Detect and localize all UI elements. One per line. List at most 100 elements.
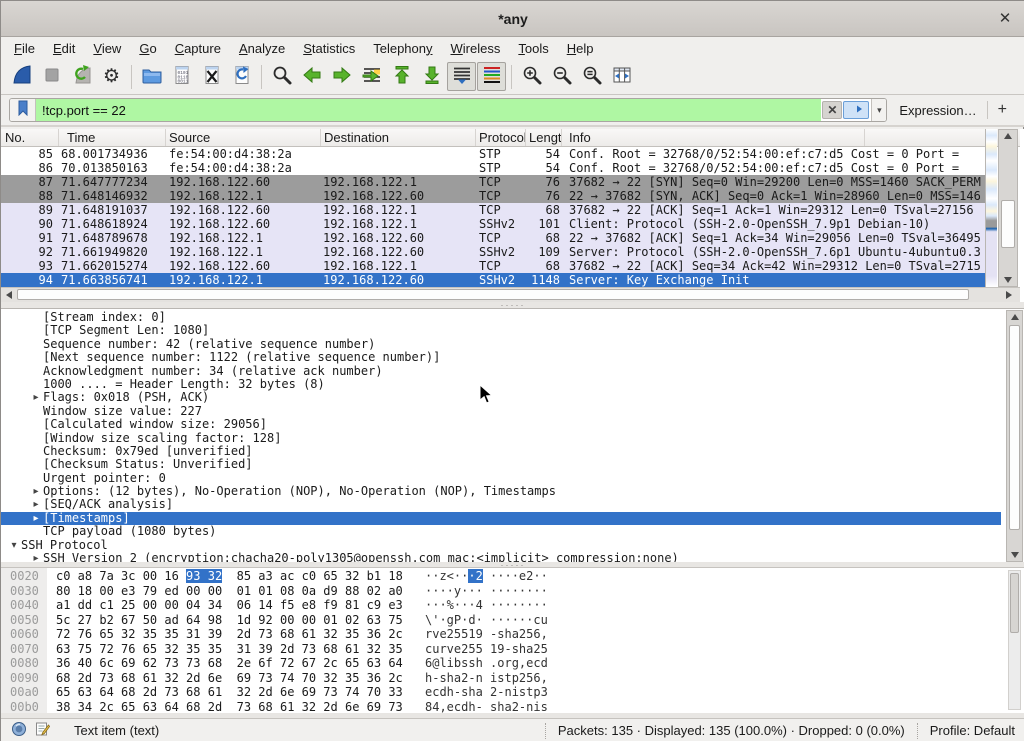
- hex-row[interactable]: 00505c 27 b2 67 50 ad 64 98 1d 92 00 00 …: [1, 613, 548, 628]
- hex-ascii[interactable]: ····y··· ········: [425, 584, 548, 599]
- detail-line[interactable]: Checksum: 0x79ed [unverified]: [1, 445, 1001, 458]
- expand-arrow-icon[interactable]: ▸: [29, 485, 43, 498]
- packet-row-87[interactable]: 8771.647777234192.168.122.60192.168.122.…: [1, 175, 985, 189]
- scroll-up-arrow[interactable]: [1007, 311, 1022, 323]
- detail-line[interactable]: [Window size scaling factor: 128]: [1, 432, 1001, 445]
- hex-ascii[interactable]: rve25519 -sha256,: [425, 627, 548, 642]
- column-header-source[interactable]: Source: [166, 129, 321, 146]
- go-forward-button[interactable]: [327, 62, 356, 91]
- hex-ascii[interactable]: 84,ecdh- sha2-nis: [425, 700, 548, 714]
- save-file-button[interactable]: 010101100011: [167, 62, 196, 91]
- hex-byte-run[interactable]: 5c 27 b2 67 50 ad 64 98 1d 92 00 00 01 0…: [56, 613, 403, 627]
- scrollbar-thumb[interactable]: [1001, 200, 1015, 248]
- stop-capture-button[interactable]: [37, 62, 66, 91]
- packet-row-90[interactable]: 9071.648618924192.168.122.60192.168.122.…: [1, 217, 985, 231]
- display-filter-input[interactable]: [36, 99, 821, 121]
- menu-telephony[interactable]: Telephony: [364, 39, 441, 58]
- menu-capture[interactable]: Capture: [166, 39, 230, 58]
- expand-arrow-icon[interactable]: ▸: [29, 552, 43, 562]
- ascii-run[interactable]: ··z<··: [425, 569, 468, 583]
- packet-row-93[interactable]: 9371.662015274192.168.122.60192.168.122.…: [1, 259, 985, 273]
- scroll-right-arrow[interactable]: [1003, 289, 1015, 301]
- go-to-packet-button[interactable]: [357, 62, 386, 91]
- zoom-in-button[interactable]: [517, 62, 546, 91]
- detail-line[interactable]: Urgent pointer: 0: [1, 472, 1001, 485]
- detail-line[interactable]: ▸Flags: 0x018 (PSH, ACK): [1, 391, 1001, 404]
- hex-bytes[interactable]: 63 75 72 76 65 32 35 35 31 39 2d 73 68 6…: [47, 642, 425, 657]
- add-filter-button[interactable]: +: [988, 101, 1017, 119]
- hex-byte-run[interactable]: 63 75 72 76 65 32 35 35 31 39 2d 73 68 6…: [56, 642, 403, 656]
- expand-arrow-icon[interactable]: ▸: [29, 391, 43, 404]
- menu-tools[interactable]: Tools: [509, 39, 557, 58]
- status-profile[interactable]: Profile: Default: [930, 723, 1015, 738]
- hex-byte-run[interactable]: c0 a8 7a 3c 00 16: [56, 569, 186, 583]
- packet-list-minimap[interactable]: [985, 129, 997, 287]
- detail-line[interactable]: 1000 .... = Header Length: 32 bytes (8): [1, 378, 1001, 391]
- menu-file[interactable]: File: [5, 39, 44, 58]
- expression-button[interactable]: Expression…: [899, 103, 976, 118]
- detail-line[interactable]: ▸Options: (12 bytes), No-Operation (NOP)…: [1, 485, 1001, 498]
- hex-byte-run[interactable]: a1 dd c1 25 00 00 04 34 06 14 f5 e8 f9 8…: [56, 598, 403, 612]
- detail-line[interactable]: Sequence number: 42 (relative sequence n…: [1, 338, 1001, 351]
- hex-row[interactable]: 007063 75 72 76 65 32 35 35 31 39 2d 73 …: [1, 642, 548, 657]
- hex-ascii[interactable]: ···%···4 ········: [425, 598, 548, 613]
- bytes-vertical-scrollbar[interactable]: [1008, 570, 1021, 710]
- hex-bytes[interactable]: 38 34 2c 65 63 64 68 2d 73 68 61 32 2d 6…: [47, 700, 425, 714]
- detail-line[interactable]: Acknowledgment number: 34 (relative ack …: [1, 365, 1001, 378]
- zoom-reset-button[interactable]: [577, 62, 606, 91]
- ascii-run[interactable]: ····e2··: [483, 569, 548, 583]
- column-header-no[interactable]: No.: [1, 129, 59, 146]
- hex-byte-run[interactable]: 68 2d 73 68 61 32 2d 6e 69 73 74 70 32 3…: [56, 671, 403, 685]
- capture-comment-icon[interactable]: [35, 721, 50, 740]
- detail-line[interactable]: [TCP Segment Len: 1080]: [1, 324, 1001, 337]
- ascii-run[interactable]: h-sha2-n istp256,: [425, 671, 548, 685]
- menu-go[interactable]: Go: [130, 39, 165, 58]
- ascii-run[interactable]: ···%···4 ········: [425, 598, 548, 612]
- column-header-length[interactable]: Length: [526, 129, 562, 146]
- hex-bytes[interactable]: 65 63 64 68 2d 73 68 61 32 2d 6e 69 73 7…: [47, 685, 425, 700]
- hex-selected-bytes[interactable]: 93 32: [186, 569, 222, 583]
- ascii-run[interactable]: curve255 19-sha25: [425, 642, 548, 656]
- clear-filter-button[interactable]: ✕: [822, 101, 842, 119]
- go-back-button[interactable]: [297, 62, 326, 91]
- menu-statistics[interactable]: Statistics: [294, 39, 364, 58]
- capture-options-button[interactable]: ⚙: [97, 62, 126, 91]
- ascii-run[interactable]: \'·gP·d· ······cu: [425, 613, 548, 627]
- hex-byte-run[interactable]: 65 63 64 68 2d 73 68 61 32 2d 6e 69 73 7…: [56, 685, 403, 699]
- reload-file-button[interactable]: [227, 62, 256, 91]
- go-to-top-button[interactable]: [387, 62, 416, 91]
- expand-arrow-icon[interactable]: ▸: [29, 512, 43, 525]
- resize-columns-button[interactable]: [607, 62, 636, 91]
- hex-bytes[interactable]: c0 a8 7a 3c 00 16 93 32 85 a3 ac c0 65 3…: [47, 569, 425, 584]
- expand-arrow-icon[interactable]: ▸: [29, 498, 43, 511]
- scroll-up-arrow[interactable]: [999, 130, 1017, 142]
- hex-byte-run[interactable]: 38 34 2c 65 63 64 68 2d 73 68 61 32 2d 6…: [56, 700, 403, 714]
- hex-row[interactable]: 00a065 63 64 68 2d 73 68 61 32 2d 6e 69 …: [1, 685, 548, 700]
- column-header-time[interactable]: Time: [59, 129, 166, 146]
- ascii-run[interactable]: ····y··· ········: [425, 584, 548, 598]
- close-window-button[interactable]: ✕: [995, 9, 1015, 29]
- menu-analyze[interactable]: Analyze: [230, 39, 294, 58]
- hex-row[interactable]: 003080 18 00 e3 79 ed 00 00 01 01 08 0a …: [1, 584, 548, 599]
- restart-capture-button[interactable]: [67, 62, 96, 91]
- filter-history-dropdown[interactable]: ▾: [871, 99, 886, 121]
- hex-bytes[interactable]: 80 18 00 e3 79 ed 00 00 01 01 08 0a d9 8…: [47, 584, 425, 599]
- zoom-out-button[interactable]: [547, 62, 576, 91]
- colorize-button[interactable]: [477, 62, 506, 91]
- column-header-info[interactable]: Info: [562, 129, 865, 146]
- packet-row-85[interactable]: 8568.001734936fe:54:00:d4:38:2aSTP54Conf…: [1, 147, 985, 161]
- scrollbar-thumb[interactable]: [17, 289, 969, 300]
- ascii-selected[interactable]: ·2: [468, 569, 482, 583]
- packet-row-91[interactable]: 9171.648789678192.168.122.1192.168.122.6…: [1, 231, 985, 245]
- detail-line[interactable]: ▸[SEQ/ACK analysis]: [1, 498, 1001, 511]
- hex-ascii[interactable]: \'·gP·d· ······cu: [425, 613, 548, 628]
- auto-scroll-button[interactable]: [447, 62, 476, 91]
- hex-ascii[interactable]: ecdh-sha 2-nistp3: [425, 685, 548, 700]
- ascii-run[interactable]: ecdh-sha 2-nistp3: [425, 685, 548, 699]
- packet-row-94[interactable]: 9471.663856741192.168.122.1192.168.122.6…: [1, 273, 985, 287]
- go-to-bottom-button[interactable]: [417, 62, 446, 91]
- detail-line[interactable]: ▾SSH Protocol: [1, 539, 1001, 552]
- scrollbar-thumb[interactable]: [1009, 325, 1020, 530]
- menu-wireless[interactable]: Wireless: [442, 39, 510, 58]
- hex-row[interactable]: 0040a1 dd c1 25 00 00 04 34 06 14 f5 e8 …: [1, 598, 548, 613]
